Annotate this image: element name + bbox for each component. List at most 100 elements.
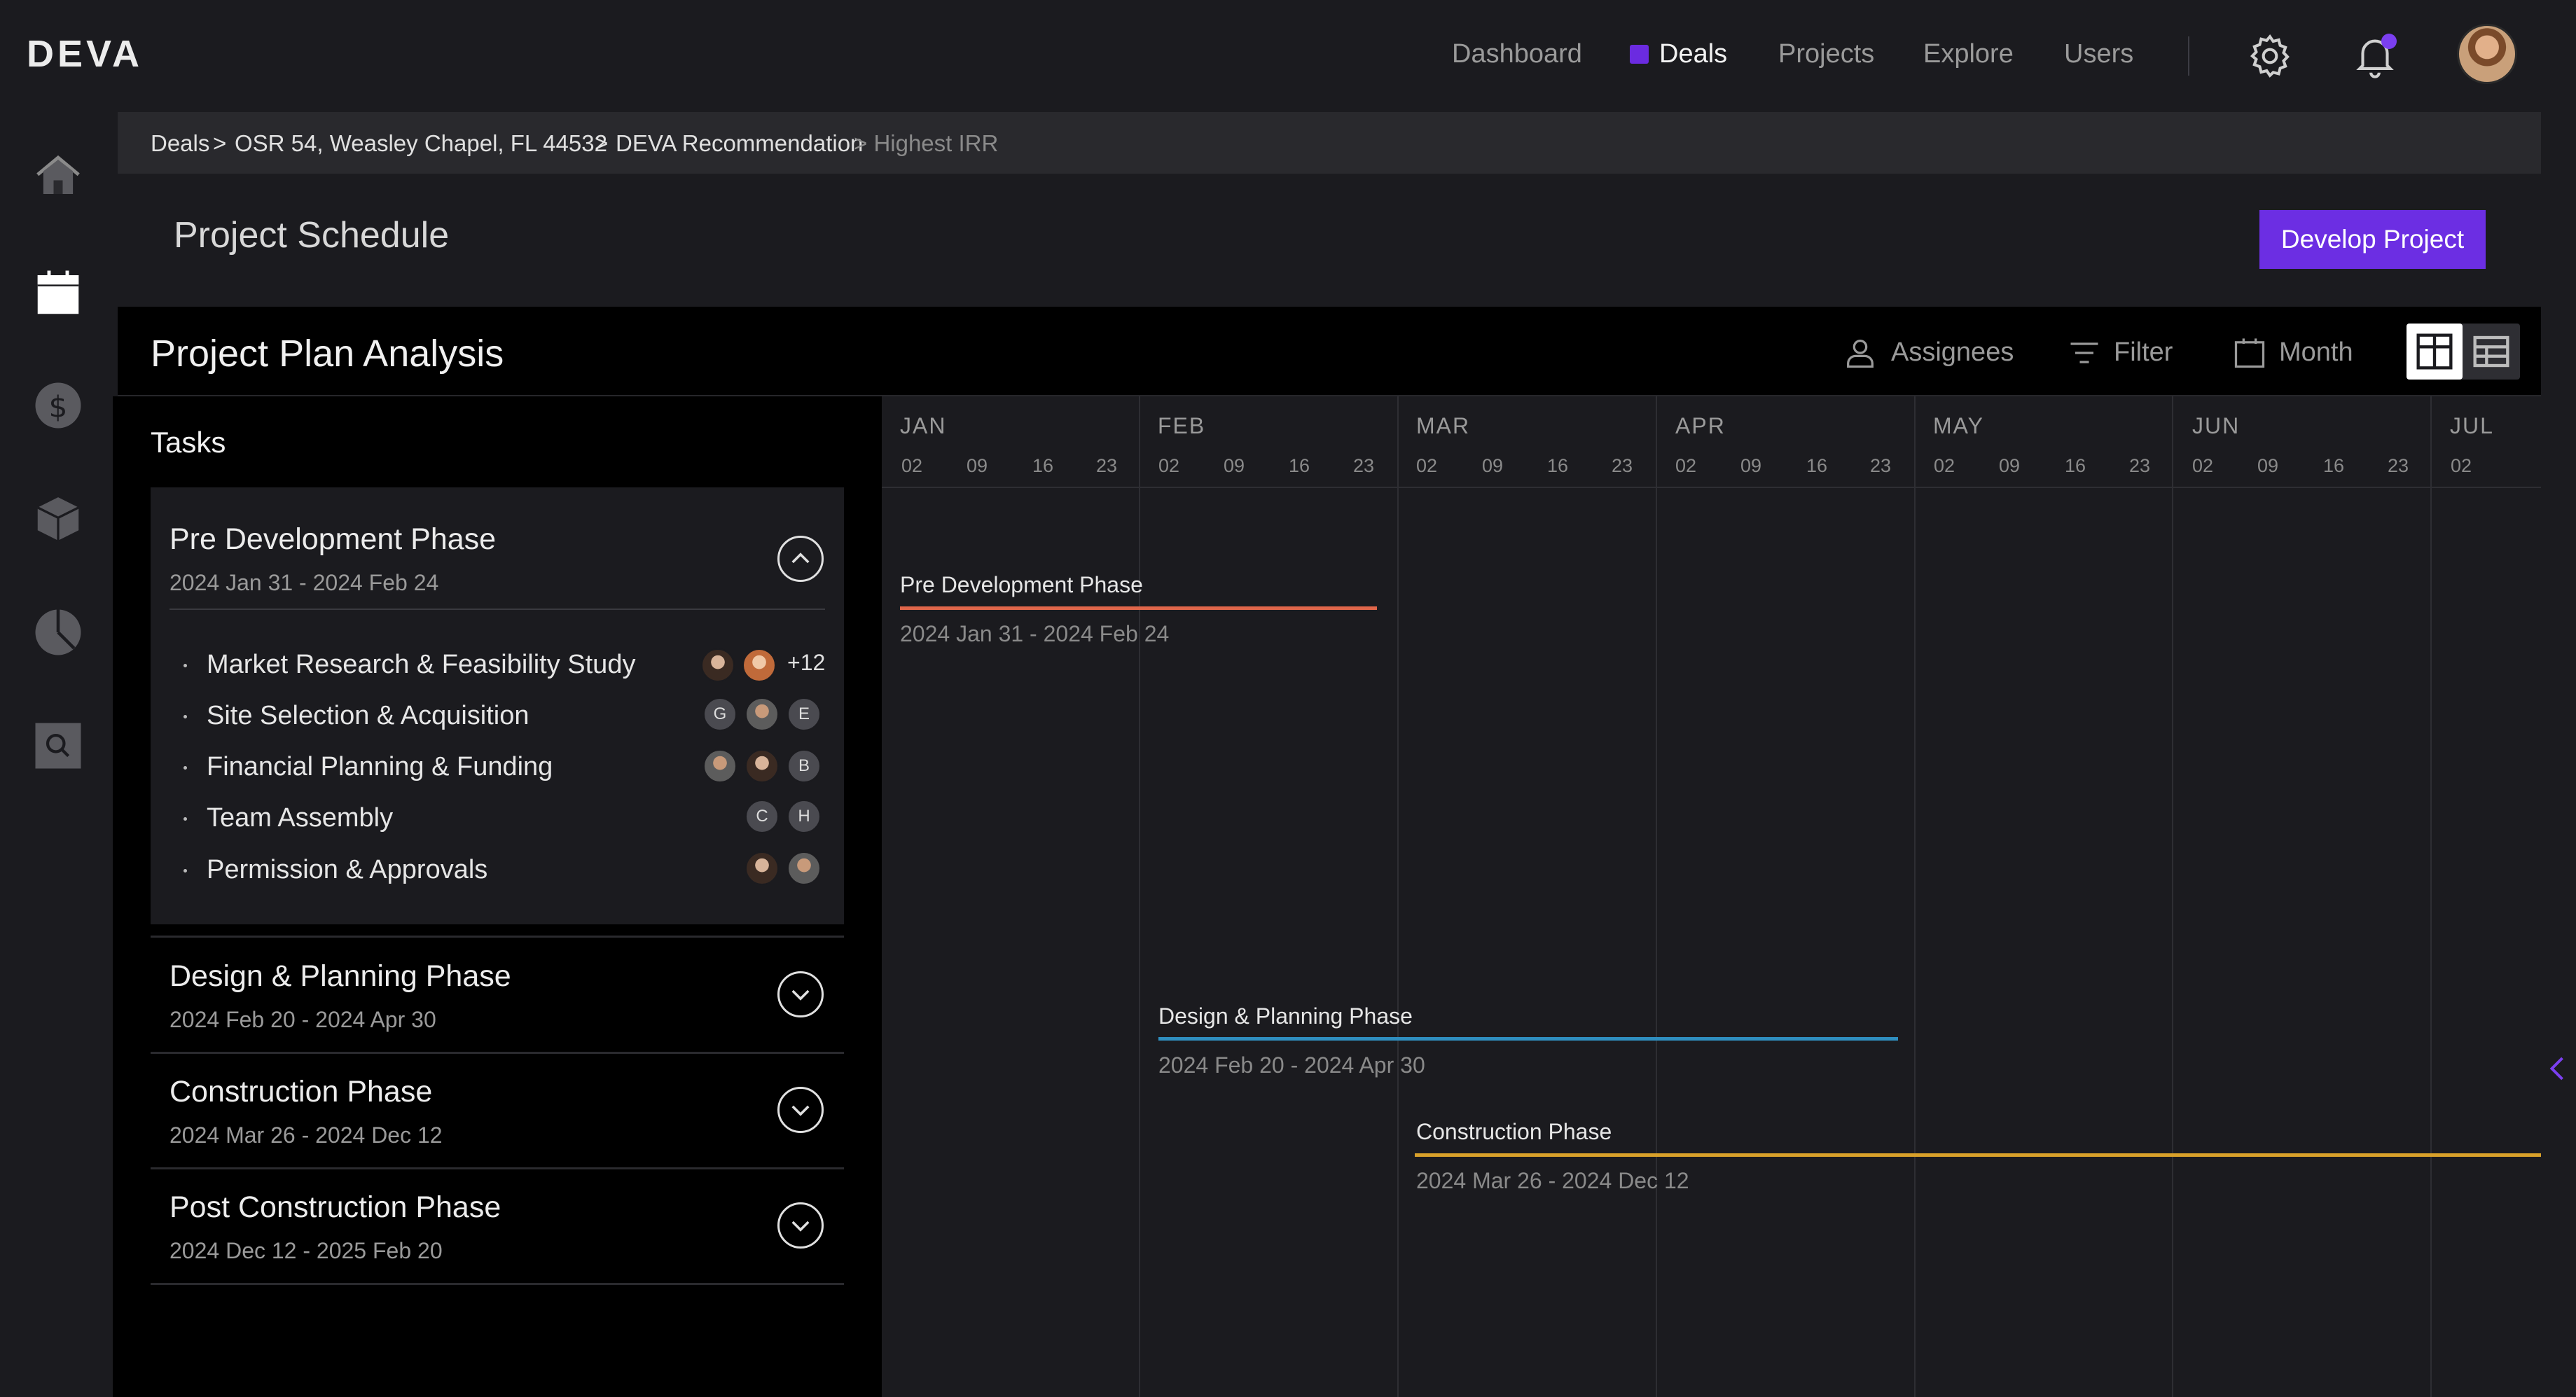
assignee-avatar[interactable]: B — [787, 749, 821, 783]
search-icon[interactable] — [31, 718, 85, 773]
gear-icon[interactable] — [2245, 32, 2294, 81]
gantt-bar-label: Design & Planning Phase — [1158, 1003, 1413, 1029]
assignee-avatar[interactable] — [745, 852, 779, 885]
calendar-icon[interactable] — [31, 266, 85, 321]
phase-name[interactable]: Post Construction Phase — [169, 1190, 501, 1225]
dollar-icon[interactable]: $ — [31, 378, 85, 433]
gantt-bar-dates: 2024 Feb 20 - 2024 Apr 30 — [1158, 1052, 1425, 1078]
sidebar-bottom — [0, 1250, 113, 1397]
day-label: 23 — [1096, 455, 1118, 476]
month-label: MAR — [1416, 413, 1471, 438]
develop-project-button[interactable]: Develop Project — [2259, 210, 2486, 269]
filter-button[interactable]: Filter — [2114, 338, 2173, 368]
expand-button[interactable] — [777, 971, 824, 1017]
board-view-button[interactable] — [2407, 324, 2463, 380]
user-avatar[interactable] — [2457, 24, 2517, 84]
bullet — [183, 766, 187, 770]
phase-dates: 2024 Mar 26 - 2024 Dec 12 — [169, 1123, 443, 1148]
day-label: 16 — [1547, 455, 1569, 476]
assignee-avatar[interactable] — [745, 697, 779, 731]
panel-title: Project Plan Analysis — [151, 333, 504, 375]
home-icon[interactable] — [31, 148, 85, 203]
month-gridline — [2172, 396, 2173, 1397]
gantt-bar-label: Pre Development Phase — [900, 572, 1143, 597]
box-icon[interactable] — [31, 492, 85, 546]
collapse-button[interactable] — [777, 536, 824, 582]
assignees-button[interactable]: Assignees — [1891, 338, 2014, 368]
nav-users[interactable]: Users — [2064, 39, 2133, 69]
month-label: JUN — [2192, 413, 2241, 438]
task-item[interactable]: Market Research & Feasibility Study — [183, 650, 635, 680]
day-label: 23 — [1870, 455, 1892, 476]
phase-name[interactable]: Pre Development Phase — [169, 522, 496, 557]
divider — [151, 936, 844, 938]
more-assignees-count[interactable]: +12 — [787, 650, 825, 676]
user-icon[interactable] — [1842, 335, 1878, 371]
pie-chart-icon[interactable] — [31, 605, 85, 660]
phase-name[interactable]: Construction Phase — [169, 1075, 432, 1109]
day-label: 23 — [2129, 455, 2151, 476]
chevron-down-icon — [791, 1221, 810, 1232]
breadcrumb-deal[interactable]: OSR 54, Weasley Chapel, FL 44532 — [235, 130, 607, 157]
assignee-avatar[interactable] — [701, 648, 735, 682]
nav-deals[interactable]: Deals — [1659, 39, 1727, 69]
breadcrumb-deals[interactable]: Deals — [151, 130, 209, 157]
month-label: JUL — [2450, 413, 2494, 438]
nav-dashboard[interactable]: Dashboard — [1452, 39, 1582, 69]
task-item[interactable]: Financial Planning & Funding — [183, 752, 553, 782]
day-label: 02 — [901, 455, 923, 476]
breadcrumb-recommendation[interactable]: DEVA Recommendation — [616, 130, 863, 157]
timeline-view-button[interactable] — [2463, 324, 2520, 380]
nav-projects[interactable]: Projects — [1778, 39, 1874, 69]
gantt-bar-dates: 2024 Mar 26 - 2024 Dec 12 — [1416, 1168, 1689, 1193]
gantt-bar-pre-development[interactable] — [900, 606, 1377, 610]
month-selector[interactable]: Month — [2279, 338, 2353, 368]
phase-dates: 2024 Jan 31 - 2024 Feb 24 — [169, 570, 439, 595]
task-name: Permission & Approvals — [207, 855, 488, 884]
app-logo[interactable]: DEVA — [27, 32, 143, 76]
day-label: 09 — [1740, 455, 1762, 476]
day-label: 02 — [2192, 455, 2214, 476]
day-label: 16 — [1806, 455, 1828, 476]
day-label: 02 — [1416, 455, 1438, 476]
gantt-bar-label: Construction Phase — [1416, 1119, 1612, 1144]
phase-name[interactable]: Design & Planning Phase — [169, 959, 511, 994]
assignee-avatar[interactable] — [745, 749, 779, 783]
assignee-avatar[interactable]: E — [787, 697, 821, 731]
day-label: 23 — [1353, 455, 1375, 476]
task-item[interactable]: Site Selection & Acquisition — [183, 701, 529, 731]
gantt-bar-construction[interactable] — [1415, 1153, 2541, 1157]
filter-icon[interactable] — [2066, 335, 2103, 371]
board-view-icon — [2416, 333, 2453, 370]
assignee-avatar[interactable] — [703, 749, 737, 783]
task-item[interactable]: Permission & Approvals — [183, 855, 487, 885]
bullet — [183, 715, 187, 719]
calendar-month-icon[interactable] — [2231, 335, 2268, 371]
task-name: Site Selection & Acquisition — [207, 701, 529, 730]
assignee-avatar[interactable]: C — [745, 800, 779, 833]
svg-text:$: $ — [49, 389, 68, 424]
bullet — [183, 817, 187, 821]
task-name: Financial Planning & Funding — [207, 752, 553, 781]
gantt-chart — [882, 396, 2541, 1397]
expand-button[interactable] — [777, 1202, 824, 1249]
month-gridline — [1914, 396, 1916, 1397]
assignee-avatar[interactable]: G — [703, 697, 737, 731]
assignee-avatar[interactable] — [742, 648, 776, 682]
day-label: 09 — [1999, 455, 2021, 476]
gantt-header-divider — [882, 487, 2541, 488]
assignee-avatar[interactable]: H — [787, 800, 821, 833]
nav-explore[interactable]: Explore — [1923, 39, 2014, 69]
gantt-bar-design-planning[interactable] — [1158, 1037, 1898, 1041]
day-label: 02 — [1158, 455, 1180, 476]
task-item[interactable]: Team Assembly — [183, 803, 393, 833]
page-header — [118, 174, 2541, 307]
day-label: 09 — [1482, 455, 1504, 476]
day-label: 16 — [2323, 455, 2345, 476]
assignee-avatar[interactable] — [787, 852, 821, 885]
expand-button[interactable] — [777, 1087, 824, 1133]
day-label: 02 — [1934, 455, 1955, 476]
chevron-left-icon[interactable] — [2547, 1055, 2568, 1083]
day-label: 02 — [2451, 455, 2472, 476]
chevron-down-icon — [791, 989, 810, 1001]
